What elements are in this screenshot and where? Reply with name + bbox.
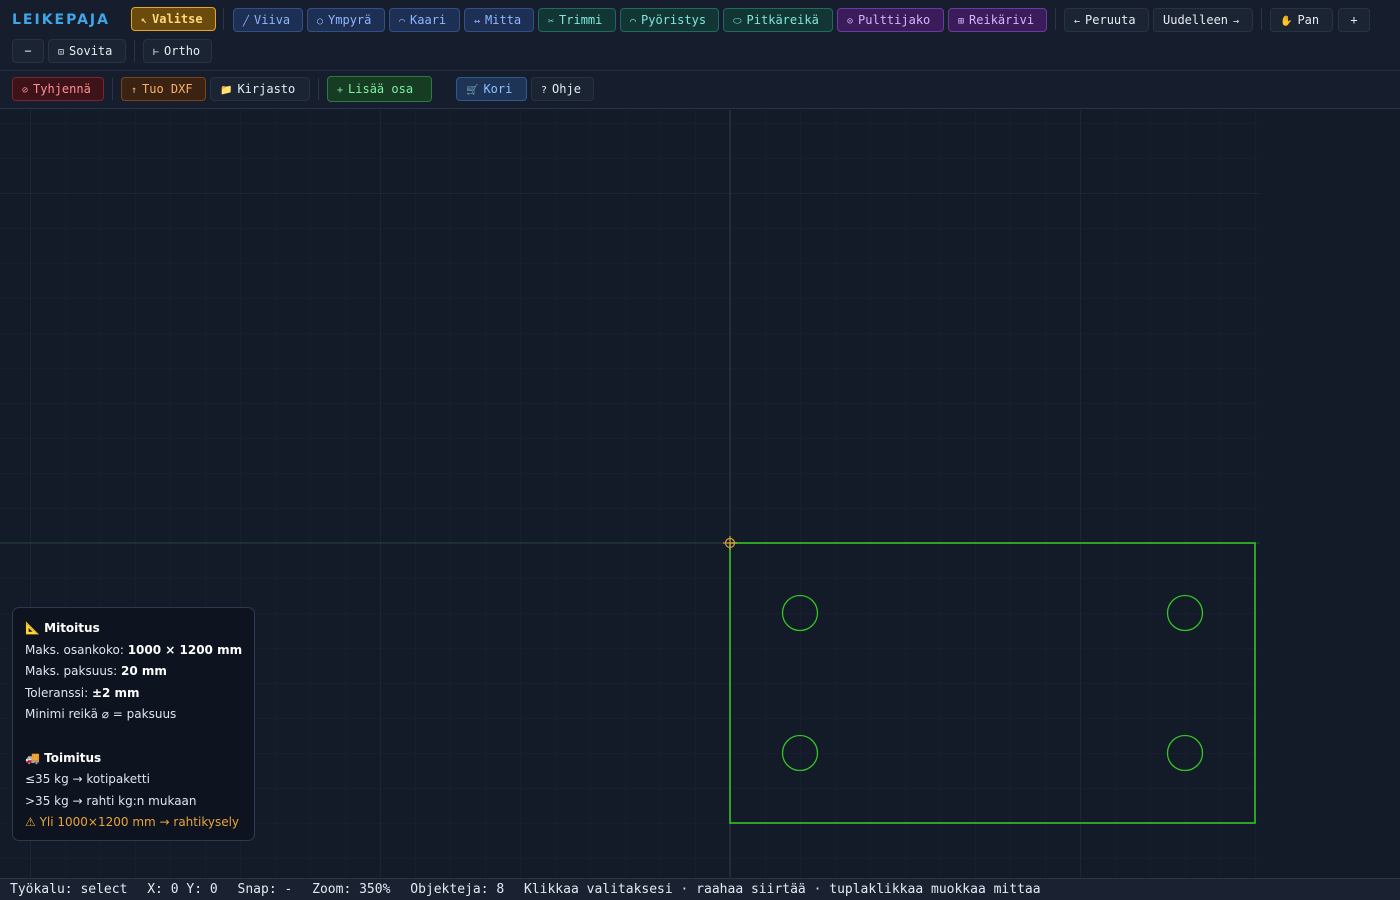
status-bar: Työkalu: select X: 0 Y: 0 Snap: - Zoom: … — [0, 878, 1400, 900]
oversize-warning: ⚠ Yli 1000×1200 mm → rahtikysely — [25, 815, 240, 830]
hand-icon: ✋ — [1280, 16, 1293, 27]
clear-button[interactable]: ⊘ Tyhjennä — [12, 77, 104, 101]
status-coordinates: X: 0 Y: 0 — [147, 882, 218, 897]
cart-button[interactable]: 🛒 Kori — [456, 77, 527, 101]
dimensioning-heading: Mitoitus — [44, 621, 100, 635]
tolerance-value: ±2 mm — [91, 685, 140, 700]
status-hint: Klikkaa valitaksesi · raahaa siirtää · t… — [524, 882, 1041, 897]
status-zoom: Zoom: 350% — [312, 882, 391, 897]
secondary-toolbar: ⊘ Tyhjennä ↑ Tuo DXF 📁 Kirjasto + Lisää osa … — [0, 71, 1400, 109]
upload-icon: ↑ — [131, 85, 138, 96]
max-thickness-value: 20 mm — [121, 664, 167, 679]
tool-fillet-button[interactable]: ⌒ Pyöristys — [620, 8, 719, 32]
truck-icon: 🚚 — [25, 750, 40, 765]
delivery-heading: Toimitus — [44, 750, 102, 765]
ortho-icon: ⊢ — [153, 47, 160, 58]
dimension-icon: ↔ — [474, 16, 481, 27]
fillet-icon: ⌒ — [630, 16, 637, 27]
arrow-right-icon: → — [1233, 16, 1240, 27]
zoom-in-button[interactable]: + — [1338, 8, 1370, 32]
cart-icon: 🛒 — [466, 85, 479, 96]
app-brand: LEIKEPAJA — [12, 12, 110, 28]
line-icon: ╱ — [243, 16, 250, 27]
specs-info-panel: 📐 Mitoitus Maks. osankoko: 1000 × 1200 m… — [12, 607, 255, 841]
scissors-icon: ✂ — [548, 16, 555, 27]
arrow-left-icon: ← — [1074, 16, 1081, 27]
toolbar-divider — [1261, 8, 1262, 30]
redo-button[interactable]: Uudelleen → — [1153, 8, 1253, 32]
max-thickness-label: Maks. paksuus: — [25, 664, 118, 679]
toolbar-divider — [223, 8, 224, 30]
undo-button[interactable]: ← Peruuta — [1064, 8, 1149, 32]
clear-icon: ⊘ — [22, 85, 29, 96]
min-hole-text: Minimi reikä ⌀ = paksuus — [25, 707, 177, 722]
circle-icon: ○ — [317, 16, 324, 27]
tool-trim-button[interactable]: ✂ Trimmi — [538, 8, 616, 32]
bolt-circle-icon: ⊙ — [847, 16, 854, 27]
toolbar-divider — [318, 78, 319, 100]
pan-button[interactable]: ✋ Pan — [1270, 8, 1333, 32]
add-part-button[interactable]: + Lisää osa — [327, 76, 432, 102]
plus-icon: + — [1350, 13, 1358, 27]
folder-icon: 📁 — [220, 85, 233, 96]
tool-slot-button[interactable]: ⬭ Pitkäreikä — [723, 8, 833, 32]
status-snap: Snap: - — [237, 882, 293, 897]
fit-view-button[interactable]: ⊡ Sovita — [48, 39, 126, 63]
help-icon: ? — [541, 85, 548, 96]
toolbar-divider — [1055, 8, 1056, 30]
fit-icon: ⊡ — [58, 47, 65, 58]
tolerance-label: Toleranssi: — [25, 685, 89, 700]
minus-icon: − — [24, 44, 32, 58]
tool-bolt-circle-button[interactable]: ⊙ Pulttijako — [837, 8, 944, 32]
tool-line-button[interactable]: ╱ Viiva — [233, 8, 303, 32]
delivery-rule: >35 kg → rahti kg:n mukaan — [25, 793, 197, 808]
max-size-value: 1000 × 1200 mm — [127, 642, 243, 657]
help-button[interactable]: ? Ohje — [531, 77, 594, 101]
tool-select-button[interactable]: ↖ Valitse — [131, 7, 216, 31]
status-object-count: Objekteja: 8 — [410, 882, 505, 897]
ruler-triangle-icon: 📐 — [25, 621, 40, 635]
library-button[interactable]: 📁 Kirjasto — [210, 77, 310, 101]
tool-arc-button[interactable]: ⌒ Kaari — [389, 8, 460, 32]
ortho-toggle[interactable]: ⊢ Ortho — [143, 39, 212, 63]
cursor-arrow-icon: ↖ — [141, 15, 148, 26]
slot-icon: ⬭ — [733, 16, 742, 27]
delivery-rule: ≤35 kg → kotipaketti — [25, 772, 150, 787]
arc-icon: ⌒ — [399, 16, 406, 27]
max-size-label: Maks. osankoko: — [25, 642, 124, 657]
tool-circle-button[interactable]: ○ Ympyrä — [307, 8, 385, 32]
tool-hole-row-button[interactable]: ⊞ Reikärivi — [948, 8, 1047, 32]
plus-icon: + — [337, 85, 344, 96]
import-dxf-button[interactable]: ↑ Tuo DXF — [121, 77, 206, 101]
toolbar-divider — [112, 78, 113, 100]
status-tool: Työkalu: select — [10, 882, 128, 897]
zoom-out-button[interactable]: − — [12, 39, 44, 63]
toolbar-divider — [134, 40, 135, 62]
main-toolbar: LEIKEPAJA ↖ Valitse ╱ Viiva ○ Ympyrä ⌒ Kaari… — [0, 0, 1400, 71]
hole-row-icon: ⊞ — [958, 16, 965, 27]
tool-dimension-button[interactable]: ↔ Mitta — [464, 8, 534, 32]
